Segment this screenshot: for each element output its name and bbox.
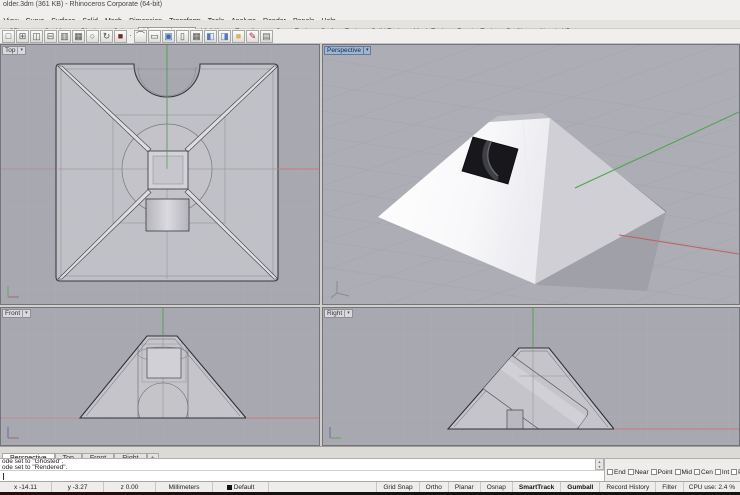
front-view-canvas[interactable] xyxy=(1,308,319,445)
print-icon[interactable]: ▤ xyxy=(260,30,273,43)
statusbar-pane-planar[interactable]: Planar xyxy=(449,482,481,492)
statusbar-pane-smarttrack[interactable]: SmartTrack xyxy=(513,482,561,492)
rotate-view-icon[interactable]: ↻ xyxy=(100,30,113,43)
checkbox[interactable] xyxy=(694,469,700,475)
statusbar-panes: Grid SnapOrthoPlanarOsnapSmartTrackGumba… xyxy=(377,482,683,492)
viewport-table-icon[interactable]: ▦ xyxy=(190,30,203,43)
statusbar-y-coordinate: y -3.27 xyxy=(52,482,104,492)
right-view-canvas[interactable] xyxy=(323,308,739,445)
toolbar-icon-row: □⊞◫⊟▥▦○↻■·⌒▭▣▯▦◧◨■✎▤ xyxy=(0,29,740,44)
osnap-option-end[interactable]: End xyxy=(607,469,626,476)
statusbar-pane-osnap[interactable]: Osnap xyxy=(481,482,513,492)
four-viewports-icon[interactable]: ⊞ xyxy=(16,30,29,43)
osnap-option-near[interactable]: Near xyxy=(628,469,649,476)
statusbar-pane-filter[interactable]: Filter xyxy=(656,482,683,492)
split-horizontal-icon[interactable]: ⊟ xyxy=(44,30,57,43)
chevron-down-icon: ▾ xyxy=(363,46,369,55)
toolbar-tab-row: CPlanesSet ViewDisplaySelectViewport Lay… xyxy=(0,20,740,29)
checkbox[interactable] xyxy=(651,469,657,475)
statusbar-pane-gumball[interactable]: Gumball xyxy=(561,482,600,492)
folder-icon[interactable]: ■ xyxy=(232,30,245,43)
checkbox[interactable] xyxy=(731,469,737,475)
box-display-icon[interactable]: ◧ xyxy=(204,30,217,43)
viewport-label-perspective[interactable]: Perspective ▾ xyxy=(324,46,371,55)
viewport-layout-grid-icon[interactable]: ▦ xyxy=(72,30,85,43)
window-title: older.3dm (361 KB) - Rhinoceros Corporat… xyxy=(0,0,740,10)
statusbar-cpu: CPU use: 2.4 % xyxy=(684,482,740,492)
viewport-top[interactable]: Top ▾ xyxy=(0,44,320,305)
three-viewports-icon[interactable]: ◫ xyxy=(30,30,43,43)
viewport-label-right[interactable]: Right ▾ xyxy=(324,309,353,318)
viewport-tab-bar: PerspectiveTopFrontRight+ xyxy=(0,446,740,458)
viewport-right[interactable]: Right ▾ xyxy=(322,307,740,446)
statusbar-spacer xyxy=(269,482,377,492)
status-bar: x -14.11 y -3.27 z 0.00 Millimeters Defa… xyxy=(0,481,740,492)
osnap-option-cen[interactable]: Cen xyxy=(694,469,713,476)
osnap-option-int[interactable]: Int xyxy=(715,469,729,476)
maximize-viewport-icon[interactable]: □ xyxy=(2,30,15,43)
annotate-pen-icon[interactable]: ✎ xyxy=(246,30,259,43)
osnap-option-perp[interactable]: Perp xyxy=(731,469,740,476)
history-scrollbar[interactable]: ▴ ▾ xyxy=(595,458,604,470)
checkbox[interactable] xyxy=(607,469,613,475)
checkbox[interactable] xyxy=(715,469,721,475)
separator-dot[interactable]: · xyxy=(128,30,133,43)
viewport-grid: Top ▾ xyxy=(0,44,740,446)
viewport-front[interactable]: Front ▾ xyxy=(0,307,320,446)
viewport-label-front[interactable]: Front ▾ xyxy=(2,309,31,318)
command-history: ode set to "Ghosted".ode set to "Rendere… xyxy=(0,458,595,470)
statusbar-units[interactable]: Millimeters xyxy=(156,482,213,492)
curve-icon[interactable]: ⌒ xyxy=(134,30,147,43)
background-image-icon[interactable]: ▣ xyxy=(162,30,175,43)
display-mode-swatch-icon[interactable]: ■ xyxy=(114,30,127,43)
viewport-label-top[interactable]: Top ▾ xyxy=(2,46,26,55)
checkbox[interactable] xyxy=(675,469,681,475)
osnap-option-mid[interactable]: Mid xyxy=(675,469,692,476)
top-view-canvas[interactable] xyxy=(1,45,319,304)
statusbar-pane-grid-snap[interactable]: Grid Snap xyxy=(377,482,419,492)
chevron-down-icon: ▾ xyxy=(17,46,23,55)
statusbar-x-coordinate: x -14.11 xyxy=(0,482,52,492)
statusbar-pane-record-history[interactable]: Record History xyxy=(600,482,656,492)
statusbar-layer[interactable]: Default xyxy=(213,482,269,492)
perspective-view-canvas[interactable] xyxy=(323,45,739,304)
box-edit-icon[interactable]: ◨ xyxy=(218,30,231,43)
viewport-perspective[interactable]: Perspective ▾ xyxy=(322,44,740,305)
chevron-down-icon: ▾ xyxy=(22,309,28,318)
zoom-lens-icon[interactable]: ○ xyxy=(86,30,99,43)
scroll-down-icon[interactable]: ▾ xyxy=(596,464,603,469)
split-vertical-icon[interactable]: ▥ xyxy=(58,30,71,43)
osnap-panel: End Near Point Mid Cen Int Perp xyxy=(604,458,740,481)
statusbar-z-coordinate: z 0.00 xyxy=(104,482,156,492)
chevron-down-icon: ▾ xyxy=(344,309,350,318)
detail-rectangle-icon[interactable]: ▭ xyxy=(148,30,161,43)
command-prompt[interactable] xyxy=(0,470,604,481)
osnap-option-point[interactable]: Point xyxy=(651,469,673,476)
layer-color-swatch xyxy=(227,485,232,490)
menubar: ViewCurveSurfaceSolidMeshDimensionTransf… xyxy=(0,10,740,20)
statusbar-pane-ortho[interactable]: Ortho xyxy=(420,482,449,492)
new-floating-viewport-icon[interactable]: ▯ xyxy=(176,30,189,43)
text-cursor xyxy=(3,473,4,480)
checkbox[interactable] xyxy=(628,469,634,475)
